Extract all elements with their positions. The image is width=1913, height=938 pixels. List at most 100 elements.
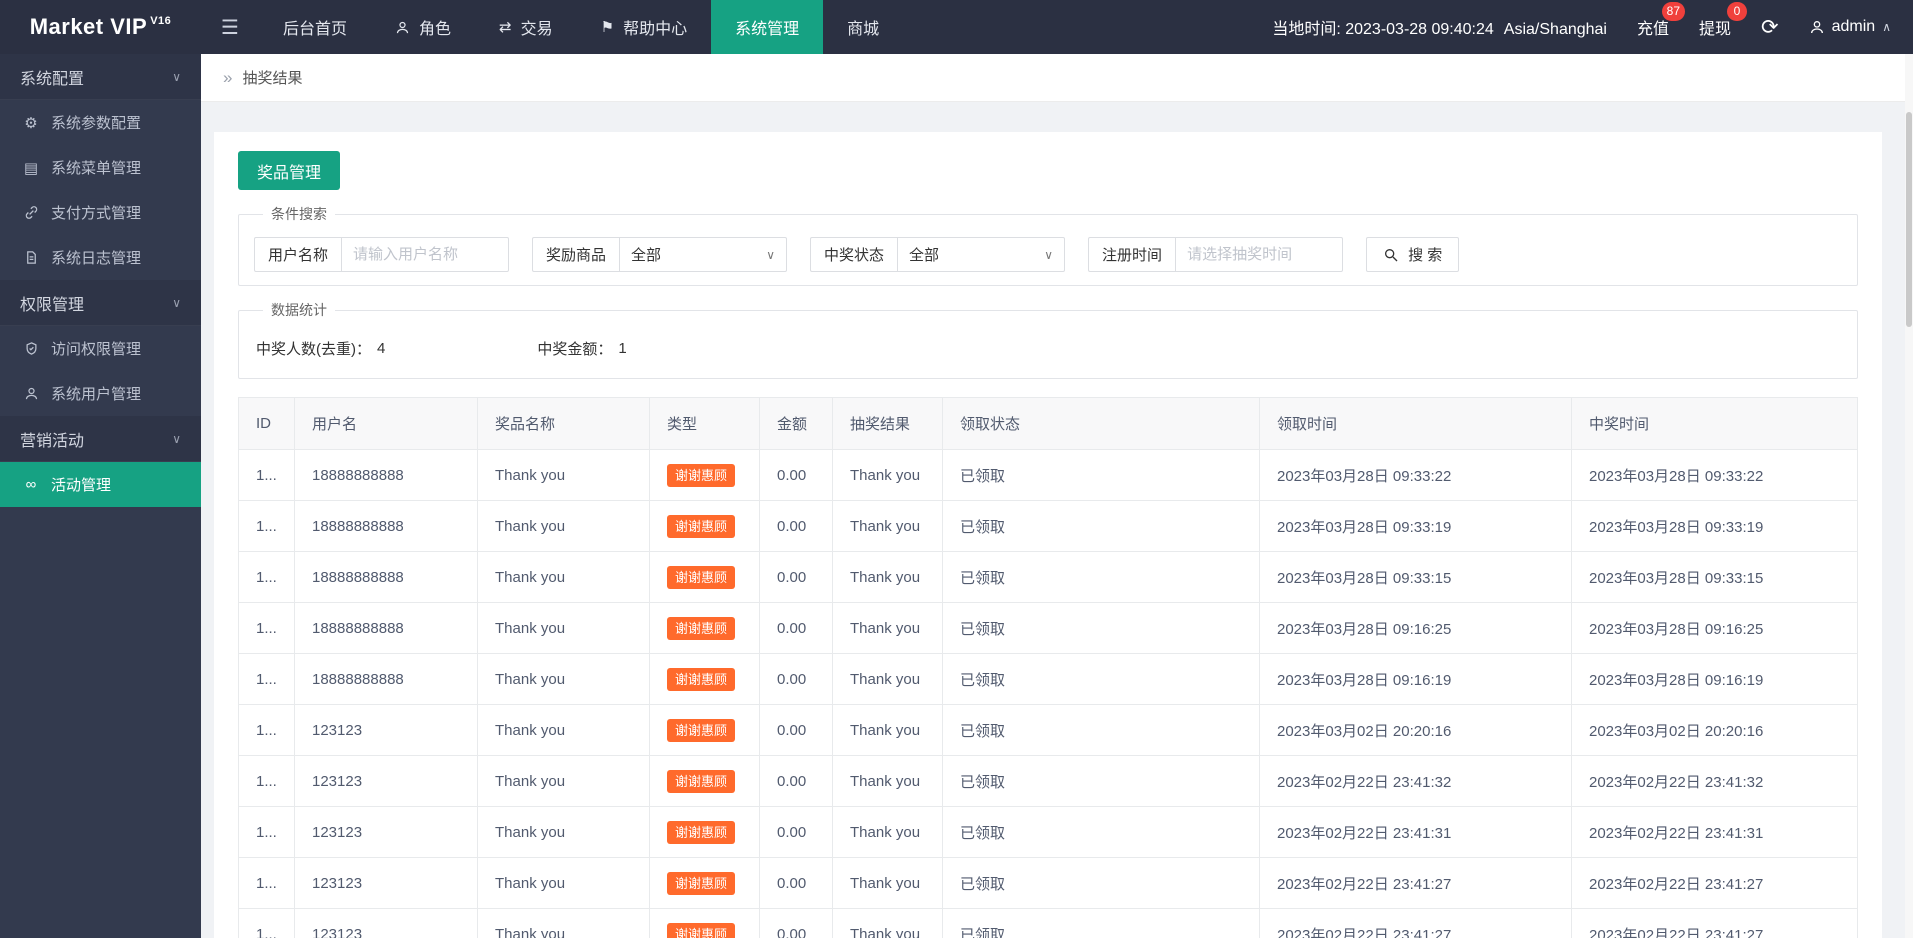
cell-win_time: 2023年03月28日 09:33:19 — [1571, 500, 1858, 552]
sidebar-group-permissions[interactable]: 权限管理 ∨ — [0, 280, 201, 326]
refresh-icon[interactable]: ⟳ — [1761, 15, 1779, 40]
nav-item-help-center[interactable]: ⚑ 帮助中心 — [577, 0, 711, 54]
winners-count-label: 中奖人数(去重)： — [256, 341, 371, 358]
infinity-icon: ∞ — [25, 476, 37, 493]
cell-prize: Thank you — [477, 653, 650, 705]
stats-legend: 数据统计 — [271, 302, 327, 318]
recharge-button[interactable]: 充值 87 — [1637, 2, 1685, 39]
cell-win_time: 2023年02月22日 23:41:27 — [1571, 908, 1858, 938]
top-navigation: 后台首页 角色 ⇄ 交易 ⚑ 帮助中心 系统管理 商城 — [259, 0, 903, 54]
sidebar-group-marketing[interactable]: 营销活动 ∨ — [0, 416, 201, 462]
cell-claim_status: 已领取 — [942, 806, 1260, 858]
nav-label: 交易 — [520, 21, 553, 38]
win-status-select[interactable]: 全部 ∨ — [897, 237, 1066, 272]
register-time-field-label: 注册时间 — [1088, 237, 1176, 272]
cell-claim_time: 2023年03月02日 20:20:16 — [1259, 704, 1572, 756]
cell-result: Thank you — [832, 551, 943, 603]
selected-value: 全部 — [631, 247, 662, 264]
sidebar-group-system-config[interactable]: 系统配置 ∨ — [0, 54, 201, 100]
sidebar-item-activity-management[interactable]: ∞ 活动管理 — [0, 462, 201, 507]
page-scrollbar[interactable] — [1905, 54, 1913, 938]
cell-claim_status: 已领取 — [942, 908, 1260, 938]
chevron-down-icon: ∨ — [172, 69, 181, 84]
withdraw-button[interactable]: 提现 0 — [1699, 2, 1748, 39]
sidebar-item-label: 访问权限管理 — [51, 341, 142, 358]
nav-item-dashboard[interactable]: 后台首页 — [259, 0, 371, 54]
nav-label: 系统管理 — [735, 21, 800, 38]
table-row: 1... 18888888888 Thank you 谢谢惠顾 0.00 Thank yo… — [238, 500, 1858, 552]
file-icon — [22, 250, 40, 265]
nav-label: 后台首页 — [283, 21, 348, 38]
cell-prize: Thank you — [477, 500, 650, 552]
table-row: 1... 123123 Thank you 谢谢惠顾 0.00 Thank you 已领取 2… — [238, 755, 1858, 807]
sidebar-item-system-logs[interactable]: 系统日志管理 — [0, 235, 201, 280]
sidebar-item-label: 系统日志管理 — [51, 250, 142, 267]
cell-amount: 0.00 — [759, 755, 833, 807]
nav-label: 商城 — [847, 21, 880, 38]
type-badge: 谢谢惠顾 — [667, 922, 736, 938]
cell-claim_status: 已领取 — [942, 704, 1260, 756]
search-button[interactable]: 搜 索 — [1366, 237, 1460, 272]
table-row: 1... 123123 Thank you 谢谢惠顾 0.00 Thank you 已领取 2… — [238, 704, 1858, 756]
cell-prize: Thank you — [477, 449, 650, 501]
chevron-down-icon: ∨ — [172, 431, 181, 446]
cell-claim_time: 2023年03月28日 09:16:25 — [1259, 602, 1572, 654]
cell-prize: Thank you — [477, 857, 650, 909]
stats-fieldset: 数据统计 中奖人数(去重)： 4 中奖金额： 1 — [238, 300, 1858, 379]
table-row: 1... 123123 Thank you 谢谢惠顾 0.00 Thank you 已领取 2… — [238, 908, 1858, 938]
nav-item-transactions[interactable]: ⇄ 交易 — [475, 0, 577, 54]
sidebar-item-system-menu[interactable]: ▤ 系统菜单管理 — [0, 145, 201, 190]
cell-type: 谢谢惠顾 — [649, 551, 760, 603]
sidebar-item-system-params[interactable]: ⚙ 系统参数配置 — [0, 100, 201, 145]
page-scrollbar-thumb[interactable] — [1906, 112, 1912, 327]
table-row: 1... 18888888888 Thank you 谢谢惠顾 0.00 Thank yo… — [238, 551, 1858, 603]
selected-value: 全部 — [909, 247, 940, 264]
search-legend: 条件搜索 — [271, 206, 327, 222]
group-label: 系统配置 — [20, 70, 85, 88]
prize-product-field-label: 奖励商品 — [532, 237, 620, 272]
cell-claim_status: 已领取 — [942, 653, 1260, 705]
username-input[interactable] — [341, 237, 510, 272]
cell-win_time: 2023年03月28日 09:16:25 — [1571, 602, 1858, 654]
app-body: 系统配置 ∨ ⚙ 系统参数配置 ▤ 系统菜单管理 支付方式管理 系统日志管理 权… — [0, 54, 1913, 938]
prize-product-select[interactable]: 全部 ∨ — [619, 237, 788, 272]
hamburger-menu-icon[interactable]: ☰ — [201, 0, 259, 54]
nav-item-system-management[interactable]: 系统管理 — [711, 0, 824, 54]
cell-amount: 0.00 — [759, 602, 833, 654]
sidebar-item-label: 系统参数配置 — [51, 115, 142, 132]
cell-claim_time: 2023年02月22日 23:41:32 — [1259, 755, 1572, 807]
main-area: » 抽奖结果 奖品管理 条件搜索 用户名称 奖励商品 — [201, 54, 1913, 938]
cell-amount: 0.00 — [759, 704, 833, 756]
chevron-up-icon: ∧ — [1882, 20, 1891, 34]
sidebar-item-system-users[interactable]: 系统用户管理 — [0, 371, 201, 416]
sidebar-item-access-permissions[interactable]: 访问权限管理 — [0, 326, 201, 371]
cell-type: 谢谢惠顾 — [649, 500, 760, 552]
table-row: 1... 18888888888 Thank you 谢谢惠顾 0.00 Thank yo… — [238, 602, 1858, 654]
sidebar-item-payment-methods[interactable]: 支付方式管理 — [0, 190, 201, 235]
cell-result: Thank you — [832, 857, 943, 909]
type-badge: 谢谢惠顾 — [667, 769, 736, 793]
cell-claim_time: 2023年03月28日 09:33:15 — [1259, 551, 1572, 603]
content-panel: 奖品管理 条件搜索 用户名称 奖励商品 全部 — [214, 132, 1882, 938]
user-menu[interactable]: admin ∧ — [1809, 18, 1891, 36]
cell-username: 123123 — [294, 857, 478, 909]
nav-item-roles[interactable]: 角色 — [371, 0, 475, 54]
cell-result: Thank you — [832, 908, 943, 938]
cell-result: Thank you — [832, 500, 943, 552]
results-table-header-row: ID 用户名 奖品名称 类型 金额 抽奖结果 领取状态 领取时间 中奖时间 — [238, 397, 1858, 450]
cell-prize: Thank you — [477, 704, 650, 756]
cell-claim_time: 2023年02月22日 23:41:31 — [1259, 806, 1572, 858]
draw-time-input[interactable] — [1175, 237, 1344, 272]
app-logo: Market VIP V16 — [0, 0, 201, 54]
nav-item-mall[interactable]: 商城 — [823, 0, 903, 54]
withdraw-count-badge: 0 — [1727, 2, 1748, 21]
nav-label: 角色 — [419, 21, 452, 38]
cell-claim_status: 已领取 — [942, 602, 1260, 654]
cell-username: 18888888888 — [294, 551, 478, 603]
username-group: 用户名称 — [254, 237, 510, 272]
cell-type: 谢谢惠顾 — [649, 704, 760, 756]
type-badge: 谢谢惠顾 — [667, 463, 736, 487]
cell-result: Thank you — [832, 602, 943, 654]
cell-result: Thank you — [832, 755, 943, 807]
prize-management-button[interactable]: 奖品管理 — [238, 151, 341, 190]
